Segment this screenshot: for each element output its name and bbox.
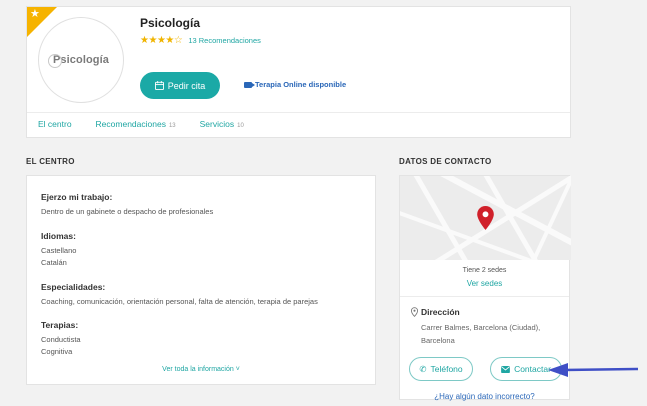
contactar-label: Contactar: [514, 364, 551, 374]
info-heading: Terapias:: [41, 320, 79, 330]
video-camera-icon: [244, 81, 255, 88]
info-line: Dentro de un gabinete o despacho de prof…: [41, 207, 214, 216]
avatar[interactable]: Psicología: [38, 17, 124, 103]
ver-sedes-link[interactable]: Ver sedes: [400, 279, 569, 288]
telefono-label: Teléfono: [430, 364, 463, 374]
tab-el-centro[interactable]: El centro: [38, 119, 72, 129]
sedes-count: Tiene 2 sedes: [462, 267, 507, 274]
contact-section-title: DATOS DE CONTACTO: [399, 157, 492, 166]
info-line: Coaching, comunicación, orientación pers…: [41, 297, 318, 306]
info-block-trabajo: Ejerzo mi trabajo: Dentro de un gabinete…: [41, 192, 213, 218]
info-line: Catalán: [41, 258, 67, 267]
phone-icon: ✆: [419, 363, 427, 374]
ver-toda-informacion-link[interactable]: Ver toda la información ˅: [27, 366, 375, 373]
location-icon: [411, 307, 418, 317]
info-heading: Especialidades:: [41, 282, 106, 292]
rating: ★★★★☆ 13 Recomendaciones: [140, 35, 261, 46]
tab-recomendaciones[interactable]: Recomendaciones 13: [96, 119, 176, 129]
contact-card: Tiene 2 sedes Ver sedes Dirección Carrer…: [399, 175, 571, 401]
pedir-cita-label: Pedir cita: [167, 80, 206, 91]
info-block-idiomas: Idiomas: Castellano Catalán: [41, 231, 76, 269]
pedir-cita-button[interactable]: Pedir cita: [140, 72, 220, 99]
address-line: Carrer Balmes, Barcelona (Ciudad),: [421, 323, 541, 332]
info-block-especialidades: Especialidades: Coaching, comunicación, …: [41, 282, 318, 308]
profile-header-card: ★ Psicología Psicología ★★★★☆ 13 Recomen…: [26, 6, 571, 138]
envelope-icon: [501, 365, 510, 373]
info-heading: Idiomas:: [41, 231, 76, 241]
info-line: Cognitiva: [41, 347, 73, 356]
tab-label: Recomendaciones: [95, 119, 166, 129]
direccion-label: Dirección: [421, 307, 460, 317]
divider: [400, 296, 569, 297]
online-therapy-label: Terapia Online disponible: [255, 80, 347, 89]
profile-tabs: El centro Recomendaciones 13 Servicios 10: [38, 119, 244, 129]
dato-incorrecto-link[interactable]: ¿Hay algún dato incorrecto?: [400, 392, 569, 401]
star-empty-icon: ☆: [173, 35, 183, 46]
tab-count: 10: [237, 123, 244, 129]
online-therapy-link[interactable]: Terapia Online disponible: [244, 80, 346, 89]
info-line: Castellano: [41, 246, 77, 255]
logo-ring-icon: [48, 54, 62, 68]
profile-title: Psicología: [140, 16, 201, 30]
tab-servicios[interactable]: Servicios 10: [200, 119, 244, 129]
direccion-heading: Dirección: [411, 307, 460, 317]
info-heading: Ejerzo mi trabajo:: [41, 192, 113, 202]
info-line: Conductista: [41, 335, 81, 344]
star-filled-icon: ★: [148, 35, 157, 46]
rating-stars: ★★★★☆: [140, 35, 183, 46]
star-icon: ★: [30, 8, 40, 20]
centro-card: Ejerzo mi trabajo: Dentro de un gabinete…: [26, 175, 376, 385]
address-line: Barcelona: [421, 336, 455, 345]
star-filled-icon: ★: [165, 35, 174, 46]
divider: [27, 112, 570, 113]
location-map[interactable]: [400, 176, 571, 260]
telefono-button[interactable]: ✆ Teléfono: [409, 357, 473, 381]
recommendations-link[interactable]: 13 Recomendaciones: [188, 36, 261, 45]
tab-label: Servicios: [199, 119, 235, 129]
map-pin-icon: [477, 206, 494, 230]
tab-count: 13: [168, 123, 176, 129]
calendar-icon: [154, 81, 164, 90]
centro-section-title: EL CENTRO: [26, 157, 75, 166]
annotation-arrow-icon: [548, 363, 639, 377]
tab-label: El centro: [38, 119, 72, 129]
info-block-terapias: Terapias: Conductista Cognitiva: [41, 320, 81, 358]
